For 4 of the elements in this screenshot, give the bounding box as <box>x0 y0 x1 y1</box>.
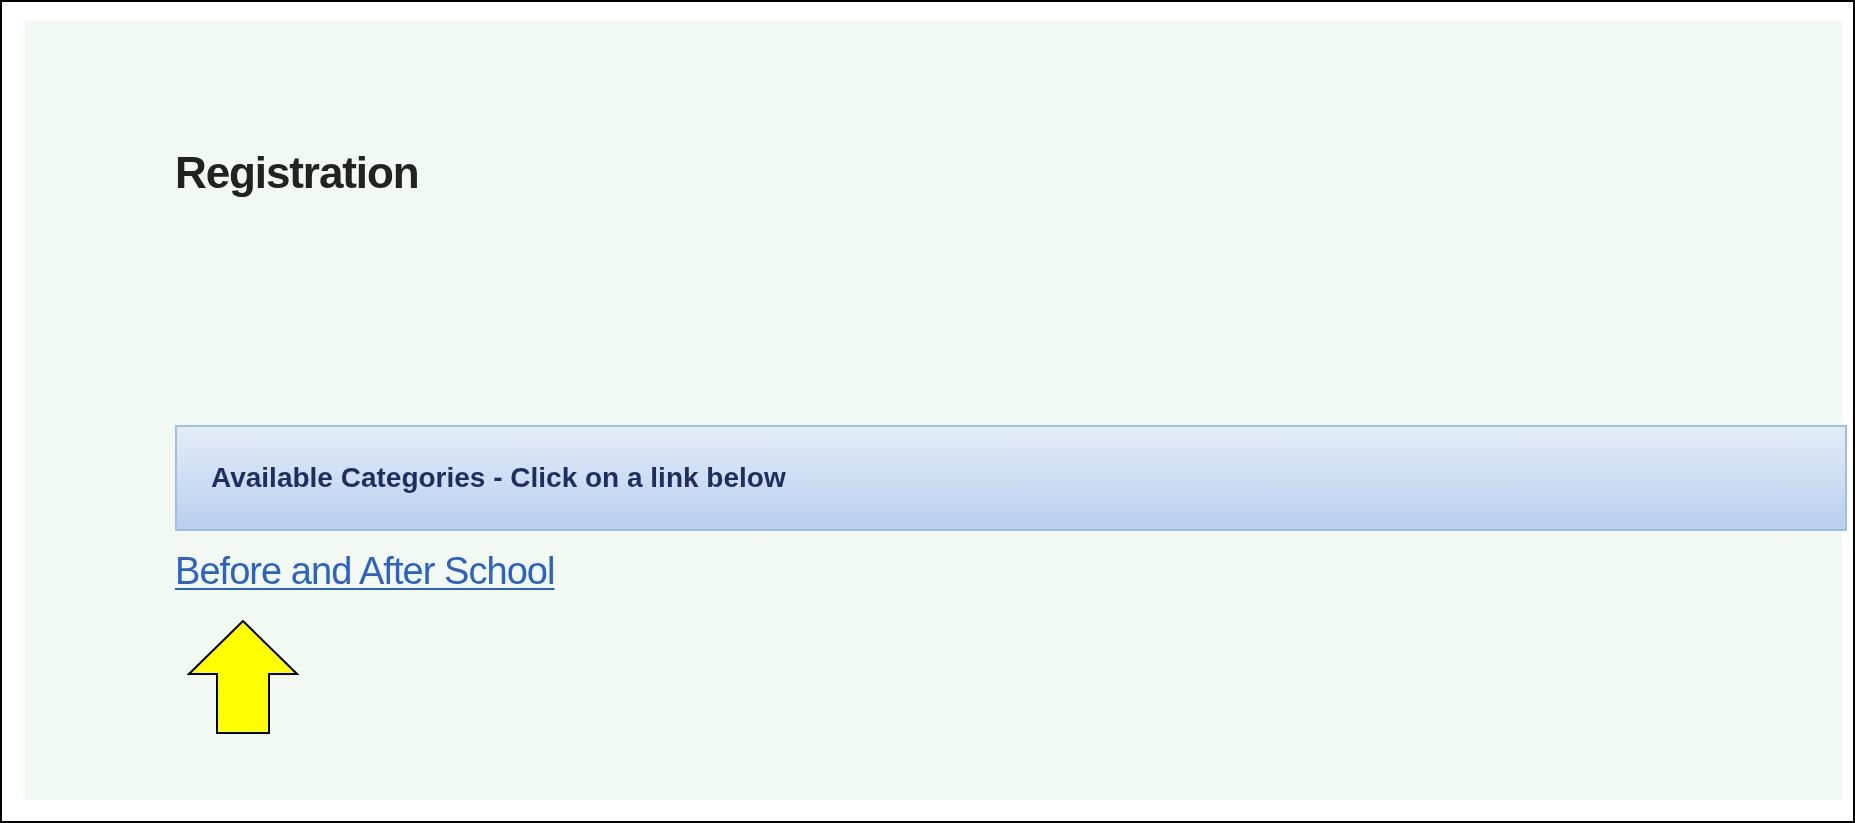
arrow-icon <box>187 620 299 734</box>
category-link[interactable]: Before and After School <box>175 543 555 600</box>
page-title: Registration <box>175 151 419 195</box>
header-text: Available Categories - Click on a link below <box>211 461 786 495</box>
